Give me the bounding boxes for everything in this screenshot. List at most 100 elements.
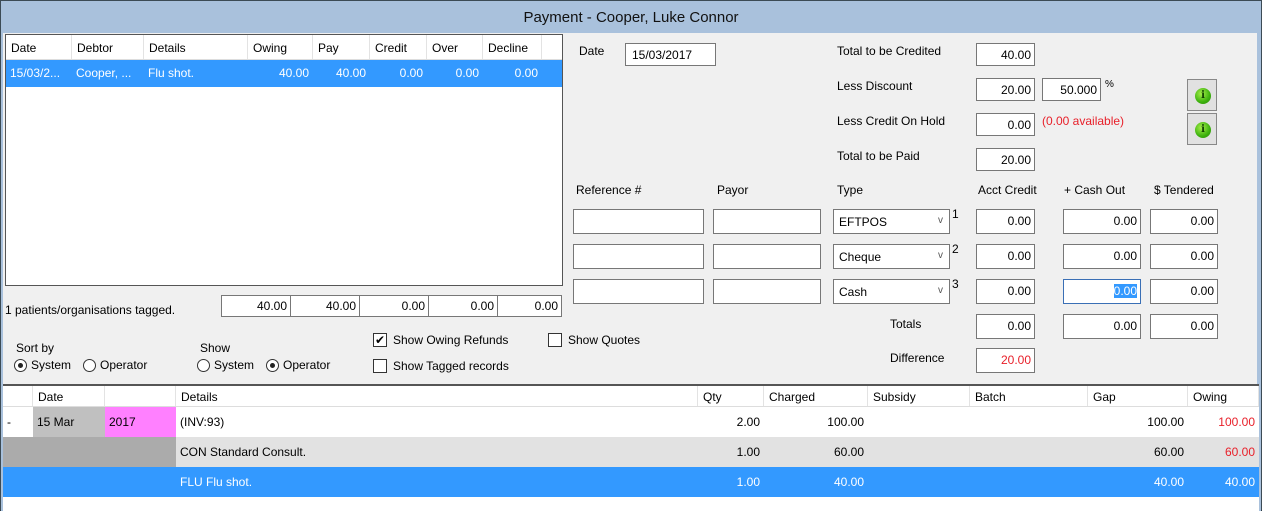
sort-by-system-radio[interactable]: System — [14, 358, 71, 372]
cell-year: 2017 — [105, 407, 176, 437]
debtor-grid[interactable]: Date Debtor Details Owing Pay Credit Ove… — [5, 34, 563, 286]
column-header-date[interactable]: Date — [6, 35, 72, 59]
column-header-owing[interactable]: Owing — [248, 35, 313, 59]
less-credit-hold-label: Less Credit On Hold — [837, 114, 946, 128]
cell-date: 15/03/2... — [10, 66, 61, 80]
show-system-radio[interactable]: System — [197, 358, 254, 372]
cell-date — [33, 437, 105, 467]
cell-subsidy — [868, 407, 970, 437]
checkbox-box — [548, 333, 562, 347]
acct-credit-field-2[interactable]: 0.00 — [976, 244, 1035, 269]
column-header-charged[interactable]: Charged — [764, 386, 868, 406]
acct-credit-field-3[interactable]: 0.00 — [976, 279, 1035, 304]
cell-qty: 2.00 — [736, 415, 760, 429]
table-row[interactable]: - 15 Mar 2017 (INV:93) 2.00 100.00 100.0… — [3, 407, 1259, 437]
difference-label: Difference — [890, 351, 945, 365]
tendered-field-2[interactable]: 0.00 — [1150, 244, 1218, 269]
column-header-debtor[interactable]: Debtor — [72, 35, 144, 59]
column-header-credit[interactable]: Credit — [370, 35, 427, 59]
cell-owing: 100.00 — [1218, 415, 1255, 429]
cell-details: Flu shot. — [148, 66, 195, 80]
chevron-down-icon: v — [938, 285, 943, 296]
column-header-gap[interactable]: Gap — [1088, 386, 1188, 406]
invoice-grid[interactable]: Date Details Qty Charged Subsidy Batch G… — [3, 384, 1259, 511]
cell-batch — [970, 437, 1088, 467]
cell-charged: 60.00 — [833, 445, 864, 459]
type-select-2[interactable]: Cheque v — [833, 244, 950, 269]
reference-field-3[interactable] — [573, 279, 704, 304]
table-row[interactable]: FLU Flu shot. 1.00 40.00 40.00 40.00 — [3, 467, 1259, 497]
table-row[interactable]: CON Standard Consult. 1.00 60.00 60.00 6… — [3, 437, 1259, 467]
column-header-date[interactable]: Date — [33, 386, 105, 406]
invoice-grid-header: Date Details Qty Charged Subsidy Batch G… — [3, 386, 1259, 407]
line-number: 3 — [952, 277, 959, 291]
total-credited-label: Total to be Credited — [837, 44, 942, 58]
column-header-details[interactable]: Details — [176, 386, 698, 406]
line-number: 1 — [952, 207, 959, 221]
column-header-decline[interactable]: Decline — [483, 35, 542, 59]
reference-field-2[interactable] — [573, 244, 704, 269]
tendered-field-3[interactable]: 0.00 — [1150, 279, 1218, 304]
column-header-over[interactable]: Over — [427, 35, 483, 59]
credit-info-button[interactable]: i — [1187, 113, 1217, 145]
show-tagged-records-checkbox[interactable]: Show Tagged records — [373, 359, 509, 373]
column-header-batch[interactable]: Batch — [970, 386, 1088, 406]
column-header-details[interactable]: Details — [144, 35, 248, 59]
show-quotes-checkbox[interactable]: Show Quotes — [548, 333, 640, 347]
column-header-qty[interactable]: Qty — [698, 386, 764, 406]
payor-field-1[interactable] — [713, 209, 821, 234]
discount-percent-field[interactable]: 50.000 — [1042, 78, 1101, 101]
cash-out-field-3[interactable]: 0.00 — [1063, 279, 1141, 304]
show-operator-radio[interactable]: Operator — [266, 358, 330, 372]
cell-debtor: Cooper, ... — [76, 66, 132, 80]
total-credited-field: 40.00 — [976, 43, 1035, 66]
cell-year — [105, 437, 176, 467]
table-row[interactable]: 15/03/2... Cooper, ... Flu shot. 40.00 4… — [6, 60, 562, 87]
cell-qty: 1.00 — [736, 445, 760, 459]
sort-by-operator-radio[interactable]: Operator — [83, 358, 147, 372]
less-discount-label: Less Discount — [837, 79, 913, 93]
payor-field-3[interactable] — [713, 279, 821, 304]
cash-out-field-2[interactable]: 0.00 — [1063, 244, 1141, 269]
sort-by-label: Sort by — [16, 341, 55, 355]
total-pay-field: 40.00 — [290, 295, 360, 317]
radio-indicator — [197, 358, 210, 372]
totals-label: Totals — [890, 317, 922, 331]
less-discount-field[interactable]: 20.00 — [976, 78, 1035, 101]
show-owing-refunds-checkbox[interactable]: ✔ Show Owing Refunds — [373, 333, 508, 347]
cell-details: FLU Flu shot. — [180, 475, 253, 489]
column-header-pay[interactable]: Pay — [313, 35, 370, 59]
column-header-owing[interactable]: Owing — [1188, 386, 1259, 406]
date-field[interactable]: 15/03/2017 — [625, 43, 716, 66]
column-header-subsidy[interactable]: Subsidy — [868, 386, 970, 406]
date-label: Date — [579, 44, 605, 58]
cell-date: 15 Mar — [33, 407, 105, 437]
cell-owing: 40.00 — [278, 66, 309, 80]
type-select-1[interactable]: EFTPOS v — [833, 209, 950, 234]
checkbox-label: Show Tagged records — [393, 359, 509, 373]
checkbox-label: Show Owing Refunds — [393, 333, 509, 347]
total-tendered-field: 0.00 — [1150, 314, 1218, 339]
less-credit-hold-field[interactable]: 0.00 — [976, 113, 1035, 136]
total-paid-field: 20.00 — [976, 148, 1035, 171]
tendered-field-1[interactable]: 0.00 — [1150, 209, 1218, 234]
type-select-3[interactable]: Cash v — [833, 279, 950, 304]
credit-available-text: (0.00 available) — [1042, 114, 1125, 128]
total-paid-label: Total to be Paid — [837, 149, 920, 163]
cell-charged: 100.00 — [827, 415, 864, 429]
discount-info-button[interactable]: i — [1187, 79, 1217, 111]
expand-toggle[interactable]: - — [3, 407, 33, 437]
column-header-year[interactable] — [105, 386, 176, 406]
acct-credit-field-1[interactable]: 0.00 — [976, 209, 1035, 234]
selected-text: 0.00 — [1113, 284, 1137, 298]
reference-field-1[interactable] — [573, 209, 704, 234]
cell-owing: 40.00 — [1224, 475, 1255, 489]
type-select-value: EFTPOS — [839, 215, 888, 229]
payor-column-label: Payor — [717, 183, 749, 197]
cash-out-field-1[interactable]: 0.00 — [1063, 209, 1141, 234]
cell-gap: 40.00 — [1153, 475, 1184, 489]
show-label: Show — [200, 341, 231, 355]
total-owing-field: 40.00 — [221, 295, 291, 317]
payor-field-2[interactable] — [713, 244, 821, 269]
cell-subsidy — [868, 467, 970, 497]
